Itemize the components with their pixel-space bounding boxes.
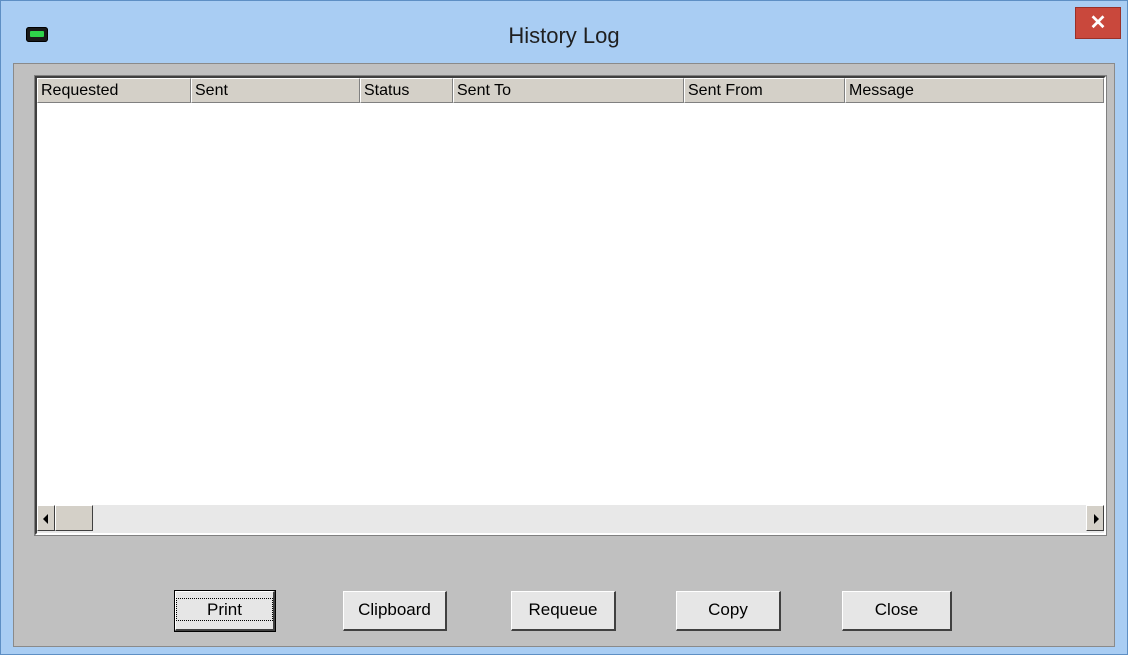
list-header: Requested Sent Status Sent To Sent From …: [37, 78, 1104, 103]
close-icon: ✕: [1089, 12, 1107, 34]
print-button-label: Print: [176, 598, 273, 621]
horizontal-scrollbar[interactable]: [37, 505, 1104, 533]
close-button[interactable]: Close: [842, 591, 952, 631]
copy-button-label: Copy: [708, 600, 748, 619]
scroll-left-button[interactable]: [37, 505, 55, 531]
window-title: History Log: [508, 23, 620, 48]
column-header-requested[interactable]: Requested: [37, 78, 191, 103]
close-window-button[interactable]: ✕: [1075, 7, 1121, 39]
scrollbar-thumb[interactable]: [55, 505, 93, 531]
dialog-client-area: Requested Sent Status Sent To Sent From …: [13, 63, 1115, 647]
column-header-sent-from[interactable]: Sent From: [684, 78, 845, 103]
clipboard-button-label: Clipboard: [358, 600, 431, 619]
history-list[interactable]: Requested Sent Status Sent To Sent From …: [34, 75, 1107, 536]
clipboard-button[interactable]: Clipboard: [343, 591, 447, 631]
requeue-button-label: Requeue: [528, 600, 598, 619]
requeue-button[interactable]: Requeue: [511, 591, 616, 631]
scroll-right-button[interactable]: [1086, 505, 1104, 531]
column-header-sent-to[interactable]: Sent To: [453, 78, 684, 103]
column-header-message[interactable]: Message: [845, 78, 1104, 103]
column-header-sent[interactable]: Sent: [191, 78, 360, 103]
list-body[interactable]: [37, 103, 1104, 503]
print-button[interactable]: Print: [174, 590, 276, 632]
arrow-right-icon: [1094, 514, 1099, 524]
column-header-status[interactable]: Status: [360, 78, 453, 103]
copy-button[interactable]: Copy: [676, 591, 781, 631]
close-button-label: Close: [874, 600, 919, 619]
history-log-window: History Log ✕ Requested Sent Status Sent…: [0, 0, 1128, 655]
title-bar[interactable]: History Log ✕: [1, 1, 1127, 63]
arrow-left-icon: [43, 514, 48, 524]
